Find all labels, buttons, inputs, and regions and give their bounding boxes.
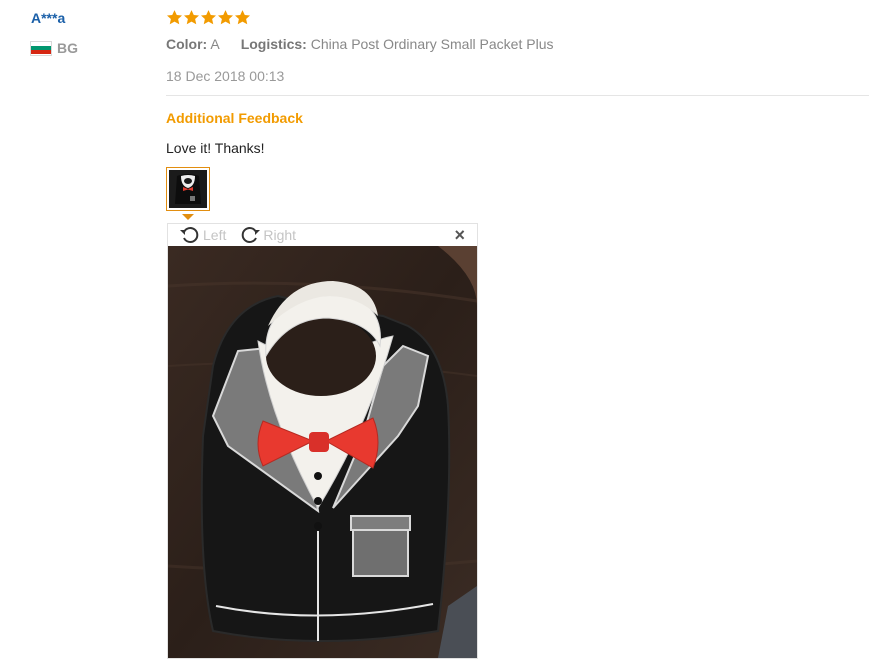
thumbnail-image [169,170,207,208]
review-photo [168,246,477,658]
rotate-right-button[interactable]: Right [238,223,296,247]
star-icon [234,10,251,25]
logistics-label: Logistics: [240,36,307,52]
additional-feedback-title: Additional Feedback [166,110,303,126]
rotate-right-label: Right [263,227,297,243]
reviewer-country: BG [31,40,78,56]
star-icon [183,10,200,25]
rotate-left-button[interactable]: Left [178,223,226,247]
order-attributes: Color: A Logistics: China Post Ordinary … [166,36,553,52]
color-value: A [210,36,219,52]
thumbnail-pointer [182,214,194,220]
rotate-left-icon [180,227,199,243]
country-code: BG [57,40,78,56]
viewer-toolbar: Left Right × [168,224,477,246]
color-label: Color: [166,36,208,52]
divider [166,95,869,96]
review-date: 18 Dec 2018 00:13 [166,68,285,84]
feedback-text: Love it! Thanks! [166,140,265,156]
review-item: A***a BG Color: A Logistics: China Post … [0,0,869,672]
bulgaria-flag-icon [31,41,51,55]
star-icon [166,10,183,25]
photo-thumbnail[interactable] [166,167,210,211]
image-viewer: Left Right × [167,223,478,659]
rotate-right-icon [242,227,261,243]
logistics-value: China Post Ordinary Small Packet Plus [310,36,554,52]
rotate-left-label: Left [203,227,227,243]
reviewer-name[interactable]: A***a [31,10,65,26]
star-icon [217,10,234,25]
close-viewer-button[interactable]: × [454,226,465,244]
star-rating [166,9,251,26]
star-icon [200,10,217,25]
